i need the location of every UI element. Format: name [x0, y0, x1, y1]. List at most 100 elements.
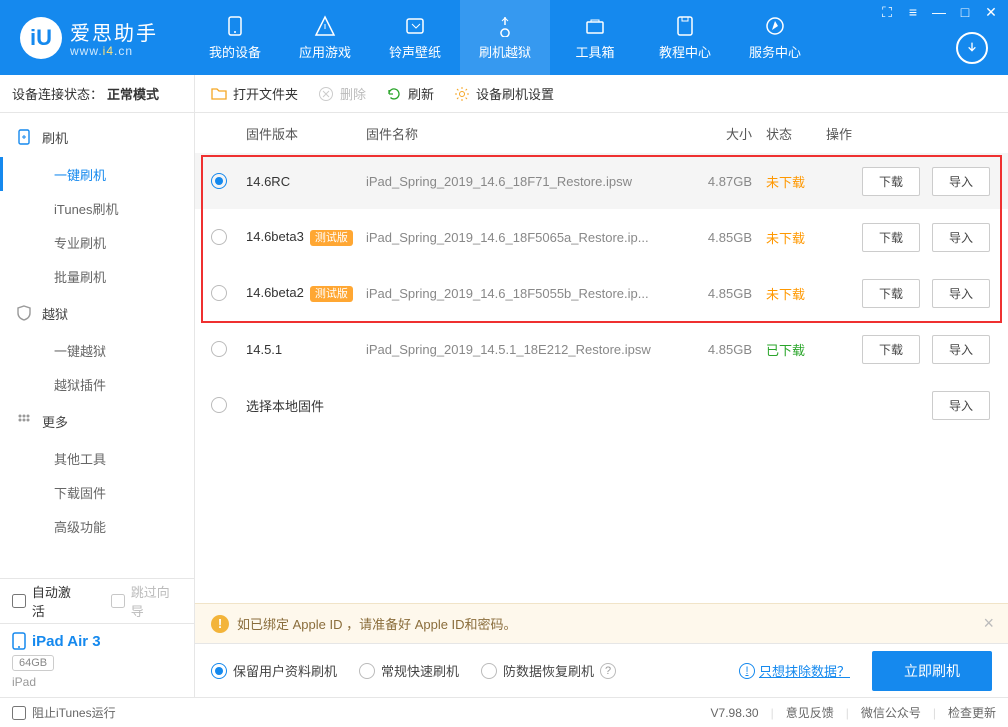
import-button[interactable]: 导入 — [932, 223, 990, 252]
sidebar-item[interactable]: 其他工具 — [0, 441, 194, 475]
help-icon[interactable]: ? — [600, 663, 616, 679]
sidebar-item[interactable]: 一键越狱 — [0, 333, 194, 367]
window-btn-1[interactable]: ⛶ — [878, 4, 896, 21]
row-status: 未下载 — [752, 284, 822, 303]
skip-guide-checkbox[interactable] — [111, 594, 125, 608]
row-status: 未下载 — [752, 172, 822, 191]
table-row[interactable]: 14.6RCiPad_Spring_2019_14.6_18F71_Restor… — [195, 153, 1008, 209]
sidebar-nav: 刷机一键刷机iTunes刷机专业刷机批量刷机越狱一键越狱越狱插件更多其他工具下载… — [0, 113, 194, 578]
row-status: 未下载 — [752, 228, 822, 247]
import-button[interactable]: 导入 — [932, 391, 990, 420]
sidebar-group-1[interactable]: 越狱 — [0, 293, 194, 333]
auto-activate-checkbox[interactable] — [12, 594, 26, 608]
sidebar-options: 自动激活 跳过向导 — [0, 578, 194, 623]
sidebar-group-icon — [16, 129, 32, 145]
row-size: 4.85GB — [677, 286, 752, 301]
warning-close[interactable]: × — [983, 613, 994, 634]
sidebar-item[interactable]: 一键刷机 — [0, 157, 194, 191]
nav-item-6[interactable]: 服务中心 — [730, 0, 820, 75]
check-update-link[interactable]: 检查更新 — [948, 704, 996, 721]
nav-icon — [223, 14, 247, 38]
window-minimize[interactable]: — — [930, 4, 948, 21]
folder-icon — [211, 86, 227, 102]
sidebar-group-icon — [16, 413, 32, 429]
device-status-mode: 正常模式 — [107, 84, 159, 103]
sidebar-item[interactable]: 下载固件 — [0, 475, 194, 509]
row-version: 14.6beta2测试版 — [246, 285, 366, 301]
flash-now-button[interactable]: 立即刷机 — [872, 651, 992, 691]
row-radio[interactable] — [211, 285, 227, 301]
wechat-link[interactable]: 微信公众号 — [861, 704, 921, 721]
col-filename: 固件名称 — [366, 124, 677, 143]
table-row[interactable]: 14.6beta2测试版iPad_Spring_2019_14.6_18F505… — [195, 265, 1008, 321]
download-button[interactable]: 下载 — [862, 279, 920, 308]
nav-item-0[interactable]: 我的设备 — [190, 0, 280, 75]
anti-recover-option[interactable]: 防数据恢复刷机 ? — [481, 661, 616, 680]
delete-icon — [318, 86, 334, 102]
radio-icon — [481, 663, 497, 679]
sidebar-group-2[interactable]: 更多 — [0, 401, 194, 441]
firmware-table: 固件版本 固件名称 大小 状态 操作 14.6RCiPad_Spring_201… — [195, 113, 1008, 603]
download-button[interactable]: 下载 — [862, 167, 920, 196]
device-icon — [12, 632, 26, 650]
window-close[interactable]: ✕ — [982, 4, 1000, 21]
sidebar-group-0[interactable]: 刷机 — [0, 117, 194, 157]
download-manager-icon[interactable] — [956, 32, 988, 64]
keep-data-option[interactable]: 保留用户资料刷机 — [211, 661, 337, 680]
device-type: iPad — [12, 675, 182, 689]
toolbar: 打开文件夹 删除 刷新 设备刷机设置 — [195, 75, 1008, 113]
nav-item-2[interactable]: 铃声壁纸 — [370, 0, 460, 75]
warning-icon: ! — [211, 615, 229, 633]
delete-button[interactable]: 删除 — [318, 84, 366, 103]
version-label[interactable]: V7.98.30 — [711, 706, 759, 720]
radio-icon — [359, 663, 375, 679]
sidebar-item[interactable]: 批量刷机 — [0, 259, 194, 293]
block-itunes-label: 阻止iTunes运行 — [32, 704, 116, 721]
window-maximize[interactable]: □ — [956, 4, 974, 21]
device-info[interactable]: iPad Air 3 64GB iPad — [0, 623, 194, 697]
open-folder-button[interactable]: 打开文件夹 — [211, 84, 298, 103]
import-button[interactable]: 导入 — [932, 279, 990, 308]
radio-local[interactable] — [211, 397, 227, 413]
local-firmware-row[interactable]: 选择本地固件 导入 — [195, 377, 1008, 433]
app-header: ⛶ ≡ — □ ✕ iU 爱思助手 www.i4.cn 我的设备应用游戏铃声壁纸… — [0, 0, 1008, 75]
download-button[interactable]: 下载 — [862, 223, 920, 252]
refresh-icon — [386, 86, 402, 102]
sidebar-item[interactable]: 高级功能 — [0, 509, 194, 543]
beta-badge: 测试版 — [310, 286, 353, 302]
sidebar-item[interactable]: 专业刷机 — [0, 225, 194, 259]
refresh-button[interactable]: 刷新 — [386, 84, 434, 103]
table-row[interactable]: 14.6beta3测试版iPad_Spring_2019_14.6_18F506… — [195, 209, 1008, 265]
top-nav: 我的设备应用游戏铃声壁纸刷机越狱工具箱教程中心服务中心 — [190, 0, 820, 75]
row-version: 14.6RC — [246, 174, 366, 189]
window-btn-2[interactable]: ≡ — [904, 4, 922, 21]
gear-icon — [454, 86, 470, 102]
sidebar-item[interactable]: 越狱插件 — [0, 367, 194, 401]
skip-guide-label: 跳过向导 — [131, 582, 182, 620]
device-status-row: 设备连接状态： 正常模式 — [0, 75, 194, 113]
row-radio[interactable] — [211, 173, 227, 189]
normal-flash-option[interactable]: 常规快速刷机 — [359, 661, 459, 680]
import-button[interactable]: 导入 — [932, 335, 990, 364]
nav-item-3[interactable]: 刷机越狱 — [460, 0, 550, 75]
nav-item-5[interactable]: 教程中心 — [640, 0, 730, 75]
nav-item-1[interactable]: 应用游戏 — [280, 0, 370, 75]
row-filename: iPad_Spring_2019_14.5.1_18E212_Restore.i… — [366, 342, 677, 357]
row-radio[interactable] — [211, 229, 227, 245]
row-filename: iPad_Spring_2019_14.6_18F5055b_Restore.i… — [366, 286, 677, 301]
nav-item-4[interactable]: 工具箱 — [550, 0, 640, 75]
feedback-link[interactable]: 意见反馈 — [786, 704, 834, 721]
download-button[interactable]: 下载 — [862, 335, 920, 364]
device-settings-button[interactable]: 设备刷机设置 — [454, 84, 554, 103]
import-button[interactable]: 导入 — [932, 167, 990, 196]
row-size: 4.85GB — [677, 342, 752, 357]
block-itunes-checkbox[interactable] — [12, 706, 26, 720]
erase-data-link[interactable]: ! 只想抹除数据？ — [739, 661, 850, 680]
nav-icon — [583, 14, 607, 38]
row-radio[interactable] — [211, 341, 227, 357]
sidebar-item[interactable]: iTunes刷机 — [0, 191, 194, 225]
table-row[interactable]: 14.5.1iPad_Spring_2019_14.5.1_18E212_Res… — [195, 321, 1008, 377]
content-area: 打开文件夹 删除 刷新 设备刷机设置 固件版本 固件名称 大小 状态 — [195, 75, 1008, 697]
col-size: 大小 — [677, 124, 752, 143]
brand-name: 爱思助手 — [70, 17, 158, 46]
